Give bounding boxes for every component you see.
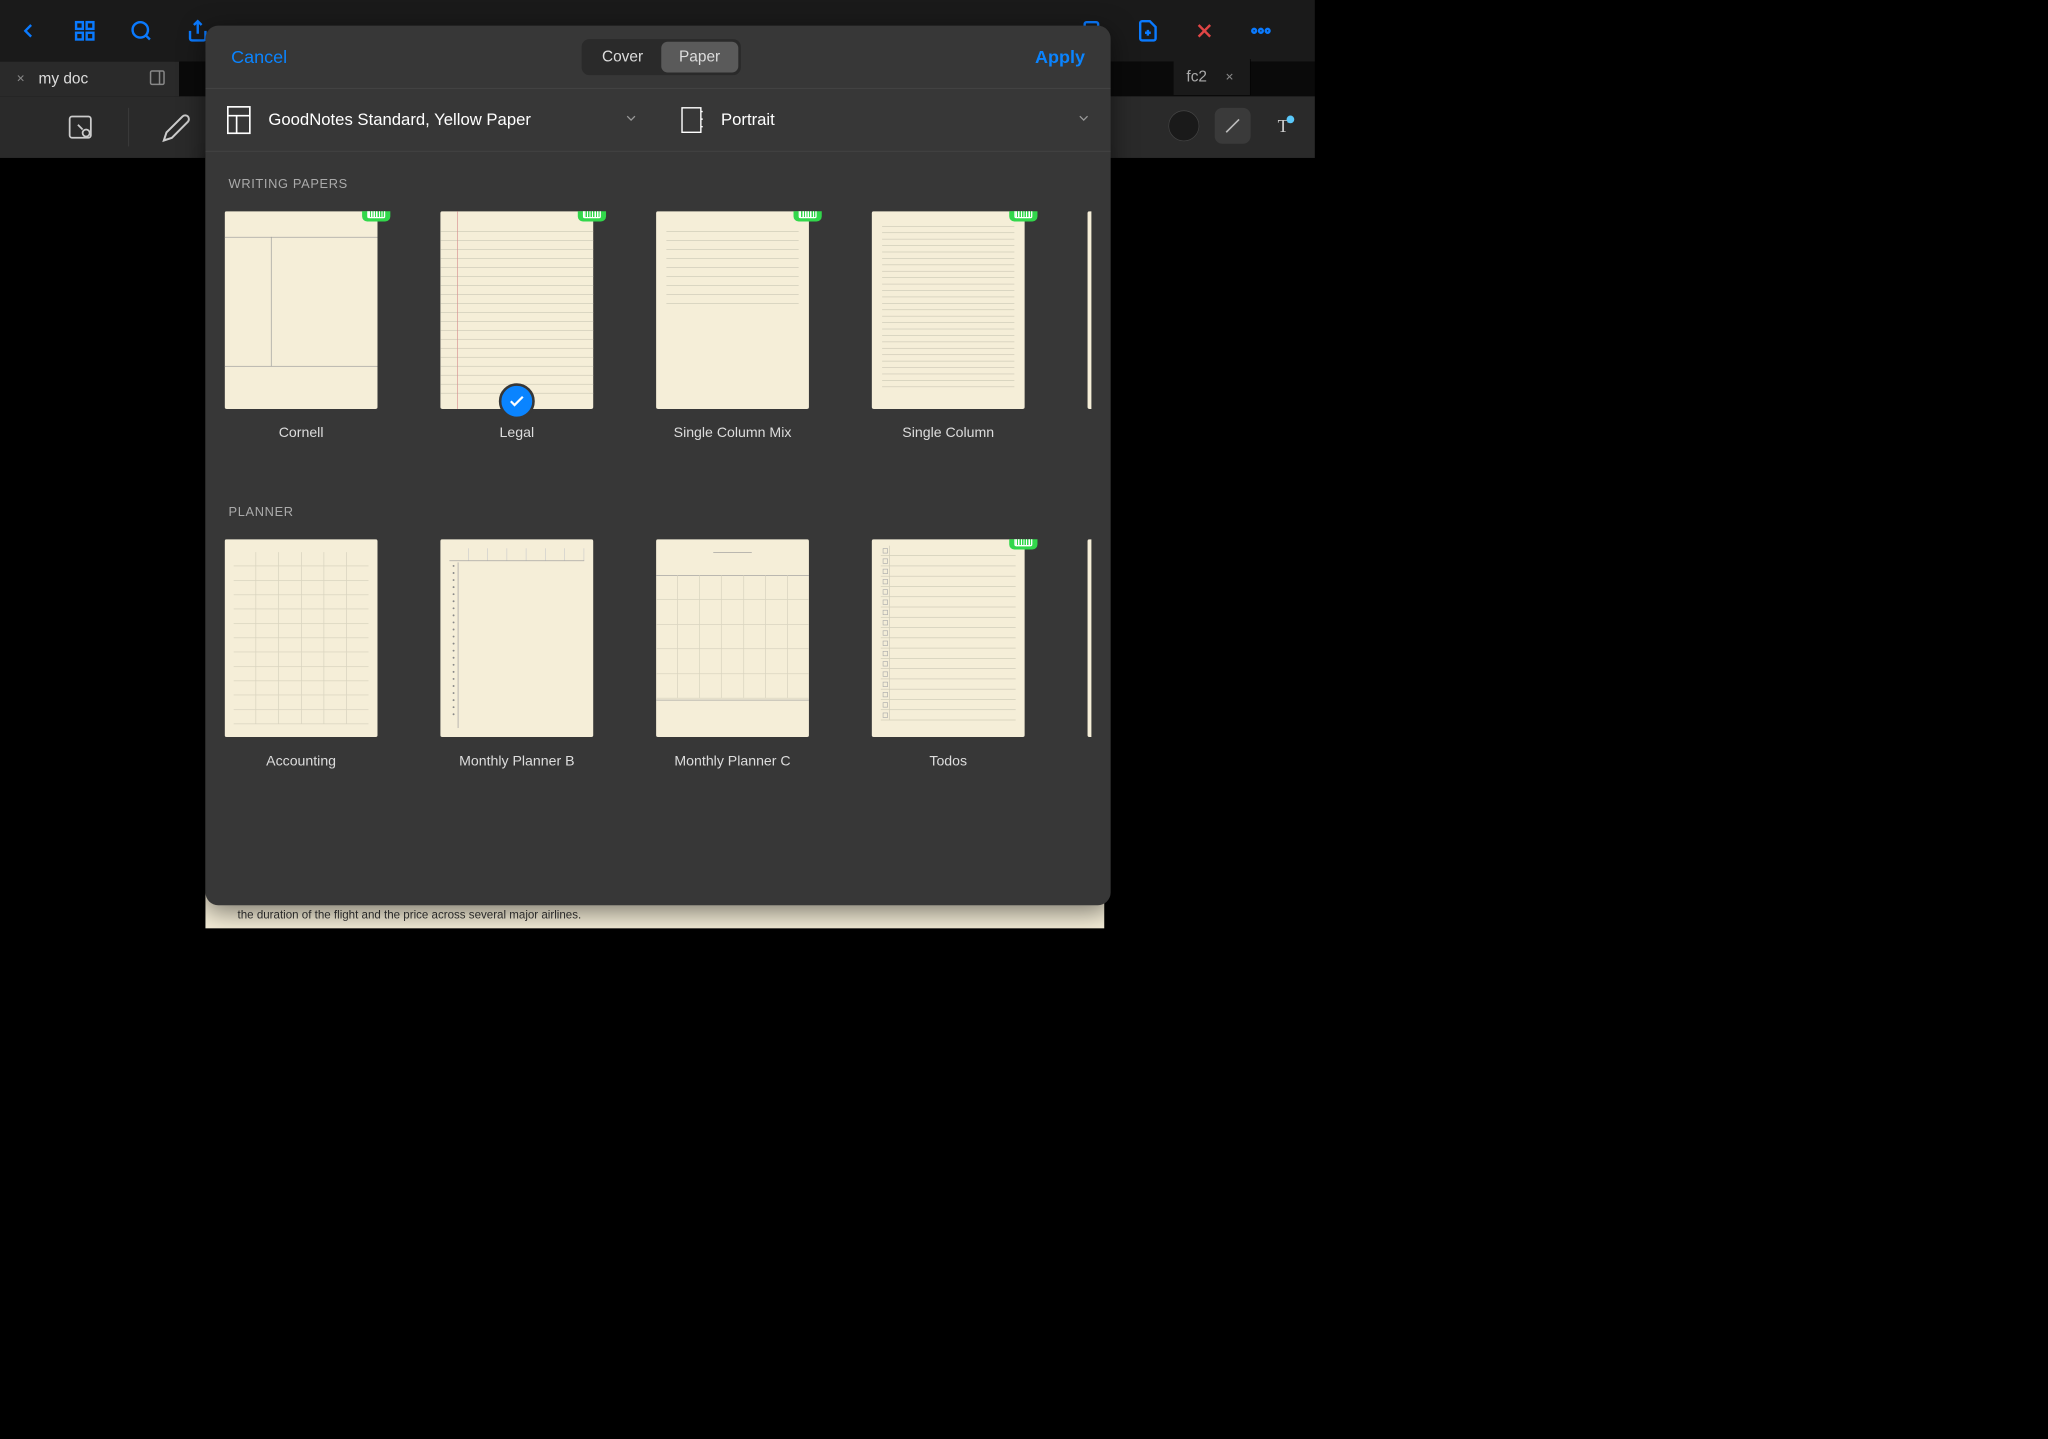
template-set-label: GoodNotes Standard, Yellow Paper: [268, 110, 608, 130]
template-monthly-planner-b[interactable]: Monthly Planner B: [440, 539, 593, 769]
cancel-button[interactable]: Cancel: [231, 47, 287, 68]
cover-paper-segment: Cover Paper: [581, 39, 740, 75]
template-monthly-planner-c[interactable]: Monthly Planner C: [656, 539, 809, 769]
tab-close-icon[interactable]: ✕: [13, 71, 28, 86]
template-label: Accounting: [266, 752, 336, 769]
section-planner: PLANNER: [225, 505, 1092, 520]
template-label: Monthly Planner C: [674, 752, 790, 769]
template-label: Cornell: [279, 424, 324, 441]
template-cornell[interactable]: Cornell: [225, 211, 378, 441]
planner-grid: Accounting Monthly Planner B: [225, 539, 1092, 769]
orientation-dropdown[interactable]: Portrait: [658, 89, 1111, 151]
template-icon: [225, 106, 253, 134]
template-partial-6[interactable]: [1088, 539, 1092, 769]
more-icon[interactable]: [1245, 15, 1276, 46]
tab-close-icon-2[interactable]: ✕: [1222, 69, 1237, 84]
search-icon[interactable]: [126, 15, 157, 46]
template-label: Monthly Planner B: [459, 752, 574, 769]
shape-tool[interactable]: [1215, 108, 1251, 144]
partial-thumb: [1088, 211, 1092, 409]
keyboard-badge-icon: [794, 211, 822, 221]
chevron-down-icon: [1076, 110, 1091, 129]
template-accounting[interactable]: Accounting: [225, 539, 378, 769]
segment-paper[interactable]: Paper: [661, 41, 738, 72]
template-single-column-mix[interactable]: Single Column Mix: [656, 211, 809, 441]
template-label: Single Column: [902, 424, 994, 441]
template-label: Single Column Mix: [674, 424, 792, 441]
keyboard-badge-icon: [578, 211, 606, 221]
apply-button[interactable]: Apply: [1035, 47, 1085, 68]
single-column-thumb: [872, 211, 1025, 409]
close-x-icon[interactable]: [1189, 15, 1220, 46]
writing-papers-grid: Cornell Legal Single Column Mix: [225, 211, 1092, 441]
accounting-thumb: [225, 539, 378, 737]
monthly-b-thumb: [440, 539, 593, 737]
add-page-icon[interactable]: [1132, 15, 1163, 46]
chevron-down-icon: [623, 110, 638, 129]
selector-bar: GoodNotes Standard, Yellow Paper Portrai…: [205, 89, 1110, 152]
cornell-thumb: [225, 211, 378, 409]
tab-secondary[interactable]: fc2 ✕: [1174, 59, 1251, 95]
template-todos[interactable]: Todos: [872, 539, 1025, 769]
tab-title: my doc: [39, 70, 144, 88]
template-partial-5[interactable]: [1088, 211, 1092, 441]
template-picker-modal: Cancel Cover Paper Apply GoodNotes Stand…: [205, 26, 1110, 906]
text-tool[interactable]: T: [1266, 108, 1302, 144]
modal-header: Cancel Cover Paper Apply: [205, 26, 1110, 89]
monthly-c-thumb: [656, 539, 809, 737]
doc-visible-text: the duration of the flight and the price…: [205, 902, 1104, 928]
back-icon[interactable]: [13, 15, 44, 46]
pen-icon[interactable]: [161, 111, 193, 143]
template-scroll-area[interactable]: WRITING PAPERS Cornell: [205, 152, 1110, 906]
template-set-dropdown[interactable]: GoodNotes Standard, Yellow Paper: [205, 89, 658, 151]
legal-thumb: [440, 211, 593, 409]
section-writing-papers: WRITING PAPERS: [225, 177, 1092, 192]
selected-check-icon: [499, 383, 535, 419]
tab-active[interactable]: ✕ my doc: [0, 62, 180, 97]
keyboard-badge-icon: [362, 211, 390, 221]
template-single-column[interactable]: Single Column: [872, 211, 1025, 441]
orientation-icon: [677, 106, 705, 134]
template-legal[interactable]: Legal: [440, 211, 593, 441]
apps-icon[interactable]: [69, 15, 100, 46]
color-tool[interactable]: [1168, 110, 1199, 141]
orientation-label: Portrait: [721, 110, 1061, 130]
template-label: Legal: [500, 424, 535, 441]
tab-layout-icon[interactable]: [148, 68, 166, 89]
zoom-box-icon[interactable]: [64, 111, 96, 143]
segment-cover[interactable]: Cover: [584, 41, 661, 72]
todos-thumb: [872, 539, 1025, 737]
single-column-mix-thumb: [656, 211, 809, 409]
tab-title-2: fc2: [1186, 68, 1208, 86]
right-tools: fc2 ✕ T: [1168, 108, 1302, 144]
partial-thumb: [1088, 539, 1092, 737]
template-label: Todos: [929, 752, 967, 769]
